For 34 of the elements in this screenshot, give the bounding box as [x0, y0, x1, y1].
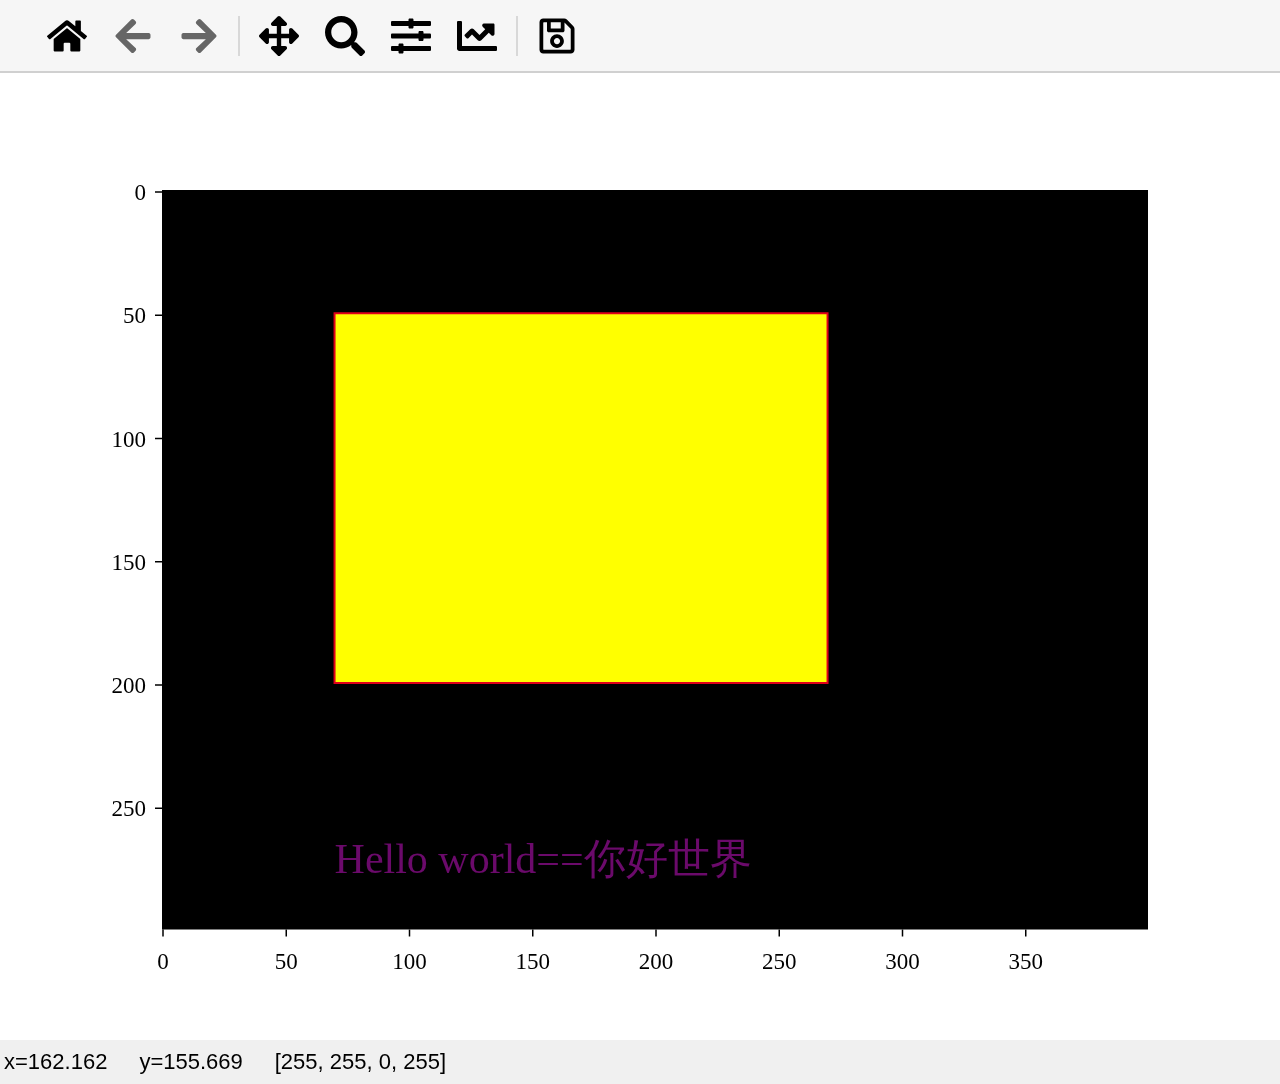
- y-tick-label: 100: [111, 426, 146, 452]
- tick-mark: [532, 928, 534, 938]
- tick-mark: [285, 928, 287, 938]
- x-tick-label: 0: [157, 948, 169, 974]
- y-tick-label: 200: [111, 673, 146, 698]
- search-icon: [325, 15, 365, 56]
- tick-mark: [408, 928, 411, 938]
- tick-mark: [162, 928, 164, 938]
- y-tick-label: 0: [134, 180, 146, 205]
- x-tick-label: 50: [274, 948, 298, 974]
- cursor-x-readout: x=162.162: [4, 1049, 108, 1075]
- pixel-value-readout: [255, 255, 0, 255]: [274, 1049, 446, 1075]
- tick-mark: [778, 928, 780, 938]
- tick-mark: [154, 807, 163, 809]
- tick-mark: [154, 437, 163, 440]
- x-tick-label: 100: [392, 948, 427, 974]
- tick-mark: [901, 928, 904, 938]
- tick-mark: [154, 561, 163, 563]
- tick-mark: [154, 191, 163, 193]
- x-tick-label: 350: [1008, 948, 1043, 974]
- move-icon: [259, 15, 299, 56]
- tick-mark: [154, 314, 163, 316]
- image-caption: Hello world==你好世界: [334, 835, 752, 882]
- x-tick-label: 200: [638, 948, 674, 974]
- x-tick-label: 150: [515, 948, 550, 974]
- y-tick-label: 50: [123, 303, 146, 329]
- tick-mark: [655, 928, 657, 938]
- y-tick-label: 250: [111, 796, 146, 822]
- tick-mark: [154, 684, 163, 686]
- cursor-y-readout: y=155.669: [139, 1049, 243, 1075]
- y-tick-label: 150: [111, 549, 146, 575]
- x-tick-label: 250: [762, 948, 797, 974]
- tick-mark: [1025, 928, 1027, 938]
- x-tick-label: 300: [885, 948, 920, 974]
